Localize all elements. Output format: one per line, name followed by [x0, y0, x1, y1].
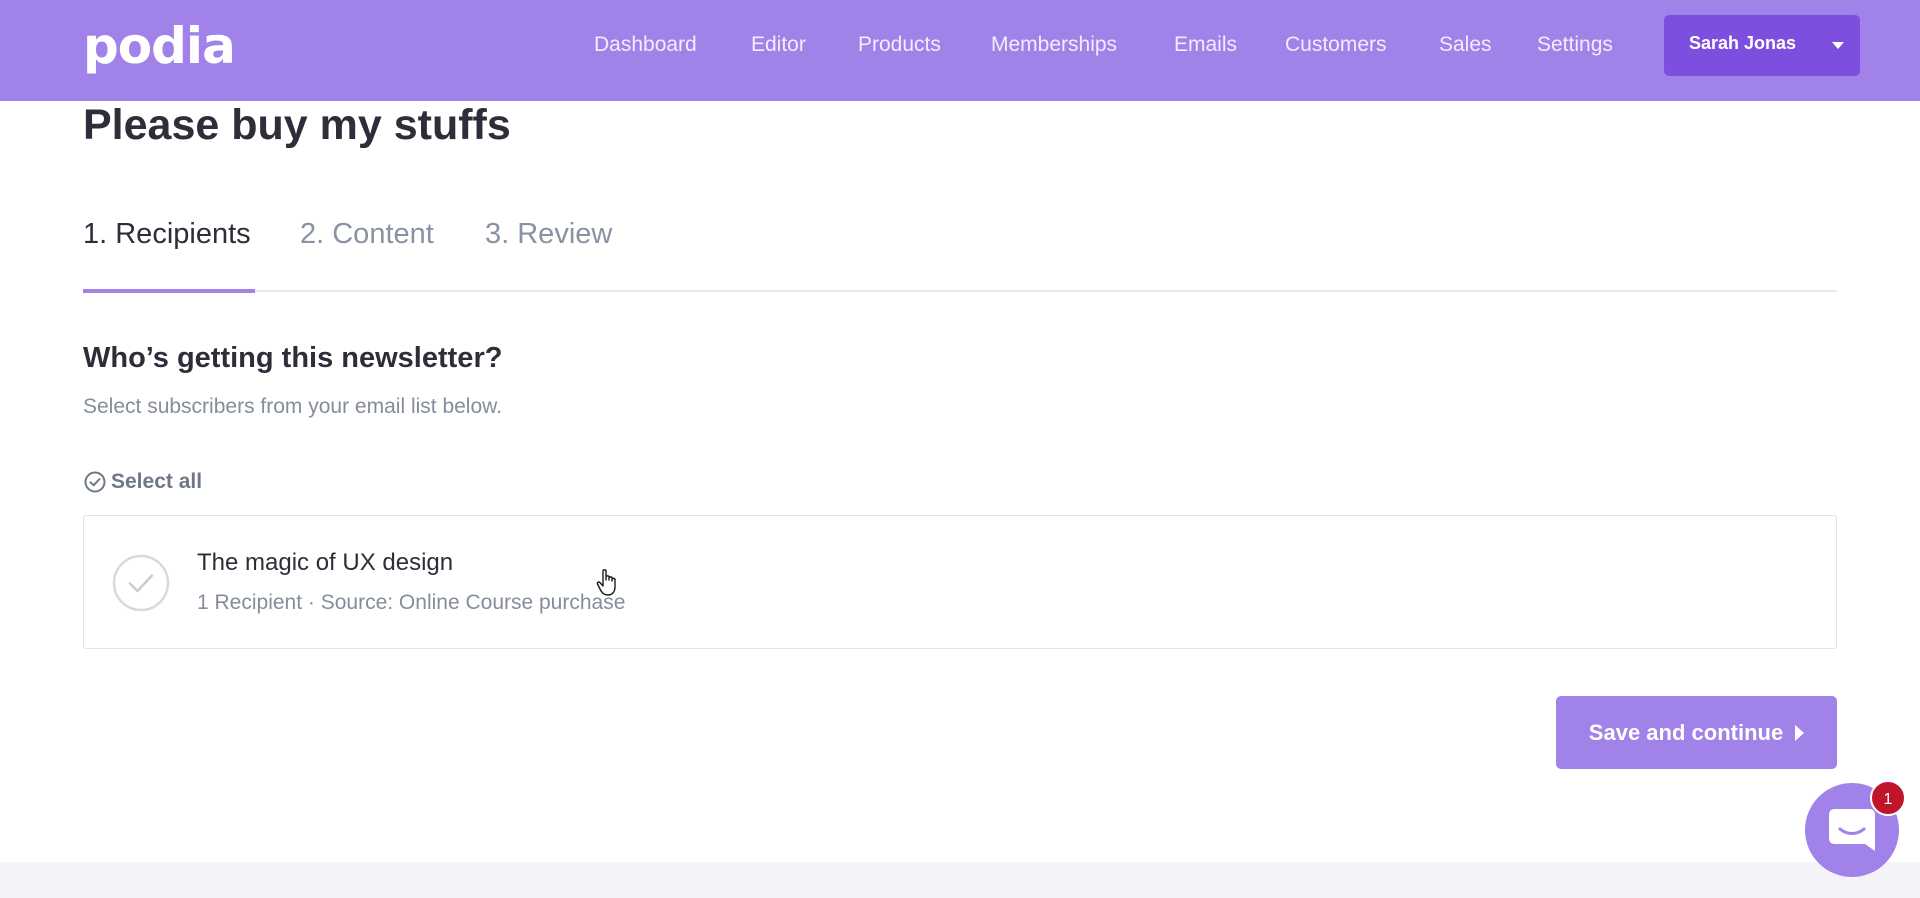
hand-cursor-icon	[596, 569, 616, 596]
tab-divider	[83, 290, 1837, 292]
caret-right-icon	[1795, 724, 1805, 741]
tab-recipients[interactable]: 1. Recipients	[83, 216, 251, 252]
nav-products[interactable]: Products	[858, 32, 941, 58]
list-select-checkbox[interactable]	[112, 554, 170, 617]
top-navbar: podia Dashboard Editor Products Membersh…	[0, 0, 1920, 101]
recipients-subheading: Select subscribers from your email list …	[83, 395, 502, 418]
active-tab-indicator	[83, 289, 255, 293]
page-title: Please buy my stuffs	[83, 101, 511, 149]
chat-bubble-icon	[1829, 809, 1875, 851]
footer-strip	[0, 862, 1920, 898]
tab-content[interactable]: 2. Content	[300, 216, 434, 252]
nav-memberships[interactable]: Memberships	[991, 32, 1117, 58]
caret-down-icon	[1832, 42, 1844, 49]
nav-sales[interactable]: Sales	[1439, 32, 1492, 58]
nav-dashboard[interactable]: Dashboard	[594, 32, 697, 58]
list-meta: 1 Recipient · Source: Online Course purc…	[197, 591, 626, 614]
nav-settings[interactable]: Settings	[1537, 32, 1613, 58]
nav-customers[interactable]: Customers	[1285, 32, 1387, 58]
select-all-button[interactable]: Select all	[83, 469, 202, 495]
recipients-heading: Who’s getting this newsletter?	[83, 342, 503, 374]
save-button-label: Save and continue	[1588, 719, 1784, 745]
check-circle-icon	[112, 554, 170, 612]
list-title: The magic of UX design	[197, 549, 454, 576]
user-name: Sarah Jonas	[1689, 33, 1797, 53]
tab-review[interactable]: 3. Review	[485, 216, 612, 252]
nav-editor[interactable]: Editor	[751, 32, 806, 58]
nav-emails[interactable]: Emails	[1174, 32, 1237, 58]
chat-notification-badge: 1	[1870, 780, 1906, 816]
save-and-continue-button[interactable]: Save and continue	[1556, 696, 1837, 769]
user-menu-button[interactable]: Sarah Jonas	[1664, 15, 1860, 76]
email-list-item[interactable]: The magic of UX design 1 Recipient · Sou…	[83, 515, 1837, 649]
step-tabs: 1. Recipients 2. Content 3. Review	[83, 208, 1837, 293]
select-all-label: Select all	[111, 470, 203, 493]
check-circle-icon	[84, 471, 106, 493]
main-nav: Dashboard Editor Products Memberships Em…	[0, 0, 1920, 90]
